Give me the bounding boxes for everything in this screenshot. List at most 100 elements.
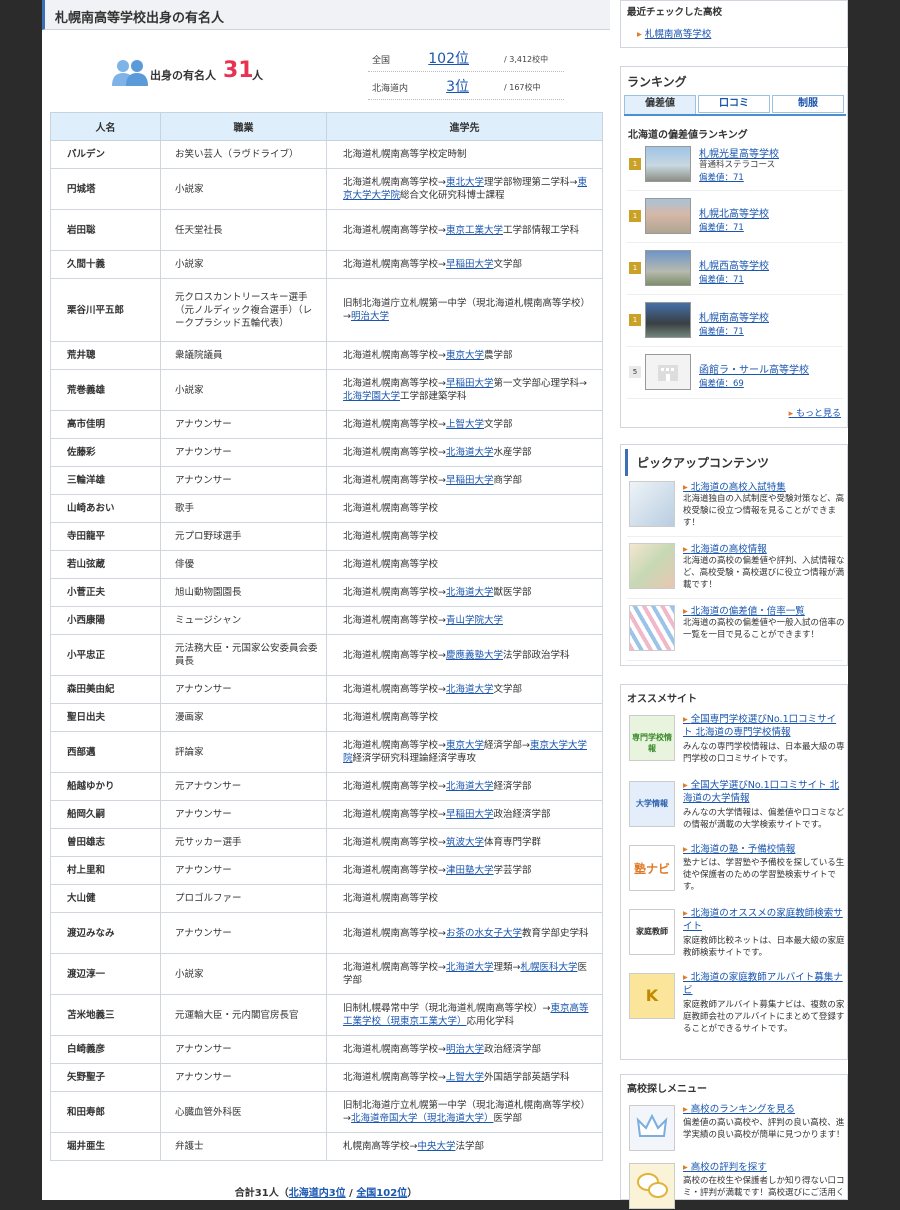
university-link[interactable]: 中央大学	[417, 1141, 455, 1152]
education-text: 北海道札幌南高等学校→	[343, 259, 446, 270]
rank-national-link[interactable]: 102位	[428, 48, 469, 68]
rank-row-national: 全国 102位 / 3,412校中	[368, 44, 564, 72]
more-link[interactable]: もっと見る	[789, 406, 841, 419]
total-national-link[interactable]: 全国102位	[356, 1188, 407, 1199]
vocational-logo: 専門学校情報	[629, 715, 675, 761]
table-row: 円城塔 小説家 北海道札幌南高等学校→東北大学理学部物理第二学科→東京大学大学院総合…	[50, 168, 603, 210]
table-row: 栗谷川平五郎 元クロスカントリースキー選手（元ノルディック複合選手）（レークプラシ…	[50, 278, 603, 342]
education-text: 獣医学部	[493, 587, 532, 598]
university-link[interactable]: 上智大学	[446, 1072, 484, 1083]
ranking-item[interactable]: 1 札幌北高等学校 偏差値：71	[627, 193, 843, 243]
rank-row-hokkaido: 北海道内 3位 / 167校中	[368, 72, 564, 100]
ranking-item[interactable]: 1 札幌南高等学校 偏差値：71	[627, 297, 843, 347]
education-text: 文学部	[493, 259, 522, 270]
person-job: 弁護士	[160, 1132, 327, 1161]
education-text: 水産学部	[493, 447, 532, 458]
person-name: 森田美由紀	[50, 675, 161, 704]
pickup-item[interactable]: 北海道の高校入試特集 北海道独自の入試制度や受験対策など、高校受験に役立つ情報を…	[627, 477, 844, 537]
university-link[interactable]: 東京工業大学	[446, 225, 503, 236]
person-job: 元サッカー選手	[160, 828, 327, 857]
table-row: 小菅正夫 旭山動物園園長 北海道札幌南高等学校→北海道大学獣医学部	[50, 578, 603, 607]
ranking-item[interactable]: 5 函館ラ・サール高等学校 偏差値：69	[627, 349, 843, 399]
person-education: 北海道札幌南高等学校→筑波大学体育専門学群	[326, 828, 603, 857]
header-name: 人名	[50, 112, 161, 141]
person-education: 北海道札幌南高等学校→北海道大学獣医学部	[326, 578, 603, 607]
education-text: 総合文化研究科博士課程	[400, 190, 505, 201]
ranking-subtitle: 北海道の偏差値ランキング	[628, 130, 748, 141]
person-name: 渡辺淳一	[50, 953, 161, 995]
university-link[interactable]: 早稲田大学	[446, 259, 494, 270]
university-link[interactable]: 上智大学	[446, 419, 484, 430]
table-row: 小平忠正 元法務大臣・元国家公安委員会委員長 北海道札幌南高等学校→慶應義塾大学法学…	[50, 634, 603, 676]
university-link[interactable]: 東京大学	[446, 740, 484, 751]
school-photo	[645, 302, 691, 338]
university-link[interactable]: 札幌医科大学	[520, 962, 577, 973]
person-education: 北海道札幌南高等学校→上智大学外国語学部英語学科	[326, 1063, 603, 1092]
person-name: 小平忠正	[50, 634, 161, 676]
university-link[interactable]: 北海道大学	[446, 587, 494, 598]
person-name: 寺田龍平	[50, 522, 161, 551]
tab-uniform[interactable]: 制服	[772, 95, 844, 113]
university-link[interactable]: お茶の水女子大学	[446, 928, 522, 939]
education-text: 北海道札幌南高等学校→	[343, 378, 446, 389]
person-name: 西部邁	[50, 731, 161, 773]
main-content: 札幌南高等学校出身の有名人 出身の有名人 31 人 全国 102位 / 3,41…	[42, 0, 610, 1200]
university-link[interactable]: 明治大学	[351, 311, 389, 322]
crown-icon: 1	[629, 262, 641, 274]
university-link[interactable]: 早稲田大学	[446, 809, 494, 820]
table-row: 聖日出夫 漫画家 北海道札幌南高等学校	[50, 703, 603, 732]
university-link[interactable]: 北海道大学	[446, 962, 494, 973]
ranking-item[interactable]: 1 札幌光星高等学校 普通科ステラコース 偏差値：71	[627, 141, 843, 191]
university-link[interactable]: 青山学院大学	[446, 615, 503, 626]
education-text: 法学部政治学科	[502, 649, 570, 661]
person-name: 小菅正夫	[50, 578, 161, 607]
total-hokkaido-link[interactable]: 北海道内3位	[289, 1188, 346, 1199]
rank-hokkaido-link[interactable]: 3位	[446, 76, 469, 96]
person-job: 元法務大臣・元国家公安委員会委員長	[160, 634, 327, 676]
education-text: 教育学部史学科	[521, 927, 589, 939]
pencils-icon	[629, 605, 675, 651]
person-job: お笑い芸人（ラヴドライブ）	[160, 140, 327, 169]
university-link[interactable]: 北海学園大学	[343, 391, 400, 402]
university-link[interactable]: 早稲田大学	[446, 378, 494, 389]
person-education: 北海道札幌南高等学校→お茶の水女子大学教育学部史学科	[326, 912, 603, 954]
table-row: 西部邁 評論家 北海道札幌南高等学校→東京大学経済学部→東京大学大学院経済学研究科理…	[50, 731, 603, 773]
person-name: 苫米地義三	[50, 994, 161, 1036]
pickup-item[interactable]: 北海道の高校情報 北海道の高校の偏差値や評判、入試情報など、高校受験・高校選びに…	[627, 539, 845, 599]
recent-item[interactable]: ▸ 札幌南高等学校	[621, 21, 847, 45]
university-link[interactable]: 北海道大学	[446, 447, 494, 458]
person-name: 和田寿郎	[50, 1091, 161, 1133]
university-link[interactable]: 津田塾大学	[446, 865, 494, 876]
university-link[interactable]: 早稲田大学	[446, 475, 494, 486]
education-text: 文学部	[493, 684, 522, 695]
university-link[interactable]: 北海道大学	[446, 684, 494, 695]
tab-reviews[interactable]: 口コミ	[698, 95, 770, 113]
university-link[interactable]: 筑波大学	[446, 837, 484, 848]
tutor-logo: 家庭教師	[629, 909, 675, 955]
person-education: 北海道札幌南高等学校→早稲田大学第一文学部心理学科→ 北海学園大学工学部建築学科	[326, 369, 603, 411]
count-unit: 人	[252, 69, 263, 82]
person-education: 北海道札幌南高等学校→青山学院大学	[326, 606, 603, 635]
ranking-item[interactable]: 1 札幌西高等学校 偏差値：71	[627, 245, 843, 295]
university-link[interactable]: 東京大学	[446, 350, 484, 361]
person-job: 元プロ野球選手	[160, 522, 327, 551]
total-summary: 合計31人（北海道内3位 / 全国102位）	[234, 1188, 418, 1199]
education-text: 経済学部→	[483, 740, 530, 751]
university-link[interactable]: 北海道大学	[446, 781, 494, 792]
person-name: 曽田雄志	[50, 828, 161, 857]
education-text: 北海道札幌南高等学校	[343, 559, 439, 570]
map-icon	[629, 543, 675, 589]
university-link[interactable]: 東北大学	[446, 177, 484, 188]
person-name: 岩田聡	[50, 209, 161, 251]
crown-icon: 1	[629, 314, 641, 326]
tab-deviation[interactable]: 偏差値	[624, 95, 696, 115]
university-link[interactable]: 北海道帝国大学（現北海道大学）	[351, 1113, 494, 1124]
education-text: 外国語学部英語学科	[483, 1072, 570, 1083]
pickup-item[interactable]: 北海道の偏差値・倍率一覧 北海道の高校の偏差値や一般入試の倍率の一覧を一目で見る…	[627, 601, 845, 661]
recent-schools-box: 最近チェックした高校 ▸ 札幌南高等学校	[620, 0, 848, 48]
university-link[interactable]: 明治大学	[446, 1044, 484, 1055]
building-icon	[645, 354, 691, 390]
table-row: 久間十義 小説家 北海道札幌南高等学校→早稲田大学文学部	[50, 250, 603, 279]
person-education: 旧制札幌尋常中学（現北海道札幌南高等学校）→東京高等工業学校（現東京工業大学）応…	[326, 994, 603, 1036]
university-link[interactable]: 慶應義塾大学	[446, 650, 503, 661]
